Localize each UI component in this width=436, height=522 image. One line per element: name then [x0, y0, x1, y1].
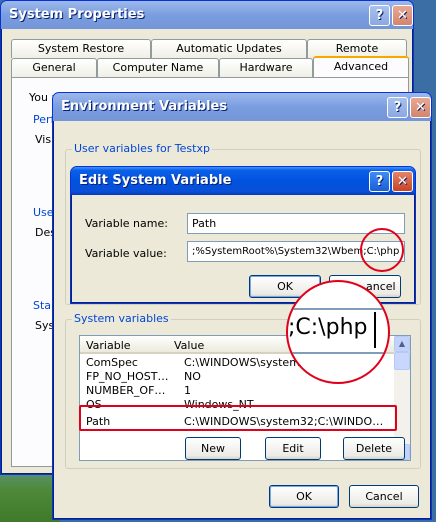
close-button[interactable]: ✕	[392, 171, 413, 192]
tab-advanced[interactable]: Advanced	[313, 56, 409, 77]
edit-variable-titlebar: Edit System Variable ? ✕	[71, 167, 415, 195]
new-button[interactable]: New	[185, 437, 241, 460]
help-button[interactable]: ?	[369, 5, 390, 26]
table-row[interactable]: NUMBER_OF_P... 1	[80, 384, 394, 398]
window-title: System Properties	[9, 7, 145, 22]
variable-value-label: Variable value:	[85, 247, 167, 260]
close-icon: ✕	[415, 100, 426, 115]
environment-variables-titlebar: Environment Variables ? ✕	[53, 93, 431, 121]
column-value[interactable]: Value	[174, 339, 204, 352]
delete-button[interactable]: Delete	[343, 437, 405, 460]
window-title: Edit System Variable	[79, 173, 232, 188]
system-properties-titlebar: System Properties ? ✕	[1, 1, 413, 29]
magnified-value-text: ;C:\php	[288, 315, 368, 340]
help-icon: ?	[375, 174, 384, 189]
help-button[interactable]: ?	[369, 171, 390, 192]
tab-hardware[interactable]: Hardware	[219, 58, 313, 77]
variable-name-label: Variable name:	[85, 217, 168, 230]
magnified-caret	[374, 312, 376, 348]
window-title: Environment Variables	[61, 99, 228, 114]
cancel-button[interactable]: Cancel	[349, 485, 419, 508]
column-variable[interactable]: Variable	[86, 339, 131, 352]
path-row-highlight	[79, 405, 397, 431]
scroll-thumb[interactable]	[394, 352, 410, 370]
tab-automatic-updates[interactable]: Automatic Updates	[151, 39, 307, 58]
tab-system-restore[interactable]: System Restore	[11, 39, 151, 58]
help-icon: ?	[375, 8, 384, 23]
close-button[interactable]: ✕	[392, 5, 413, 26]
close-button[interactable]: ✕	[410, 97, 431, 118]
ok-button[interactable]: OK	[269, 485, 339, 508]
tab-general[interactable]: General	[11, 58, 97, 77]
user-variables-label: User variables for Testxp	[72, 142, 212, 155]
scroll-up-icon[interactable]: ▲	[394, 336, 410, 352]
caret-highlight-circle	[360, 228, 404, 272]
help-button[interactable]: ?	[387, 97, 408, 118]
magnifier-circle: ;C:\php	[286, 280, 390, 384]
tab-computer-name[interactable]: Computer Name	[97, 58, 219, 77]
close-icon: ✕	[397, 174, 408, 189]
help-icon: ?	[393, 100, 402, 115]
user-profiles-group-fragment: Use	[33, 206, 54, 219]
system-variables-label: System variables	[72, 312, 171, 325]
close-icon: ✕	[397, 8, 408, 23]
edit-button[interactable]: Edit	[265, 437, 321, 460]
